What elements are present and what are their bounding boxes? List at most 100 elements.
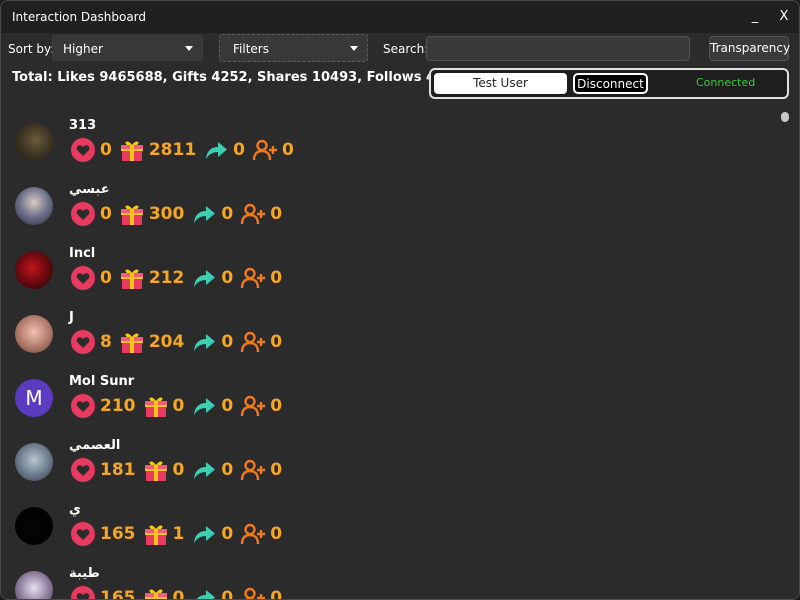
likes-count: 181 [100,460,136,480]
search-input[interactable] [426,36,690,61]
shares-count: 0 [221,396,234,416]
avatar [15,571,53,599]
heart-icon [70,329,96,355]
heart-icon [70,137,96,163]
avatar [15,123,53,161]
avatar [15,251,53,289]
follows-count: 0 [270,588,283,599]
shares-count: 0 [221,460,234,480]
gifts-count: 0 [172,396,185,416]
username: طيبة [69,566,100,581]
stats-row: 0 300 0 0 [70,201,289,227]
gifts-count: 0 [172,588,185,599]
filters-select-value: Filters [233,42,269,56]
avatar: M [15,379,53,417]
title-bar[interactable]: Interaction Dashboard _ X [1,1,799,33]
share-icon [191,265,217,291]
gift-icon [143,585,169,599]
share-icon [191,393,217,419]
share-icon [191,521,217,547]
gift-icon [143,457,169,483]
list-item[interactable]: Incl 0 212 0 0 [1,241,776,305]
stats-row: 210 0 0 0 [70,393,289,419]
likes-count: 210 [100,396,136,416]
shares-count: 0 [221,588,234,599]
shares-count: 0 [221,204,234,224]
totals-summary: Total: Likes 9465688, Gifts 4252, Shares… [12,70,454,85]
list-item[interactable]: J 8 204 0 0 [1,305,776,369]
likes-count: 165 [100,588,136,599]
avatar [15,443,53,481]
share-icon [191,329,217,355]
username: J [69,310,74,325]
follows-count: 0 [270,204,283,224]
shares-count: 0 [221,268,234,288]
sort-label: Sort by: [8,42,55,56]
list-item[interactable]: M Mol Sunr 210 0 0 0 [1,369,776,433]
list-item[interactable]: ي 165 1 0 0 [1,497,776,561]
follow-icon [240,329,266,355]
connection-status: Connected [696,76,756,89]
transparency-button[interactable]: Transparency [709,36,790,61]
username: Mol Sunr [69,374,135,389]
gifts-count: 204 [148,332,185,352]
filters-select[interactable]: Filters [219,34,368,62]
gifts-count: 2811 [148,140,197,160]
follows-count: 0 [270,524,283,544]
scrollbar-thumb[interactable] [781,112,789,122]
share-icon [191,201,217,227]
heart-icon [70,585,96,599]
follows-count: 0 [270,268,283,288]
shares-count: 0 [221,524,234,544]
gift-icon [143,521,169,547]
username-field[interactable]: Test User [434,73,567,94]
share-icon [191,585,217,599]
sort-select[interactable]: Higher [52,35,203,61]
chevron-down-icon [185,46,193,51]
likes-count: 0 [100,140,112,160]
gifts-count: 212 [148,268,185,288]
likes-count: 0 [100,204,112,224]
shares-count: 0 [221,332,234,352]
list-item[interactable]: 313 0 2811 0 0 [1,113,776,177]
list-item[interactable]: عبسي 0 300 0 0 [1,177,776,241]
follow-icon [240,521,266,547]
follow-icon [252,137,278,163]
follow-icon [240,265,266,291]
close-button[interactable]: X [774,7,794,27]
username: عبسي [69,182,110,197]
avatar [15,187,53,225]
follow-icon [240,393,266,419]
disconnect-button[interactable]: Disconnect [573,73,648,94]
gift-icon [119,137,145,163]
list-item[interactable]: طيبة 165 0 0 0 [1,561,776,599]
window-title: Interaction Dashboard [12,10,147,24]
gift-icon [119,329,145,355]
heart-icon [70,201,96,227]
follow-icon [240,457,266,483]
share-icon [191,457,217,483]
avatar [15,315,53,353]
gifts-count: 300 [148,204,185,224]
scrollbar[interactable] [781,112,789,599]
follows-count: 0 [270,332,283,352]
likes-count: 8 [100,332,112,352]
gift-icon [119,201,145,227]
follows-count: 0 [270,396,283,416]
avatar-letter: M [15,379,53,417]
username: Incl [69,246,96,261]
heart-icon [70,265,96,291]
stats-row: 165 1 0 0 [70,521,289,547]
stats-row: 0 2811 0 0 [70,137,301,163]
minimize-button[interactable]: _ [745,7,765,27]
follows-count: 0 [270,460,283,480]
heart-icon [70,521,96,547]
share-icon [203,137,229,163]
username: العصمي [69,438,121,453]
heart-icon [70,393,96,419]
gift-icon [143,393,169,419]
list-item[interactable]: العصمي 181 0 0 0 [1,433,776,497]
user-list: 313 0 2811 0 0 عبسي 0 300 0 0 Incl 0 212 0 0 J 8 204 0 0 M Mo… [1,113,776,599]
chevron-down-icon [350,46,358,51]
stats-row: 8 204 0 0 [70,329,289,355]
